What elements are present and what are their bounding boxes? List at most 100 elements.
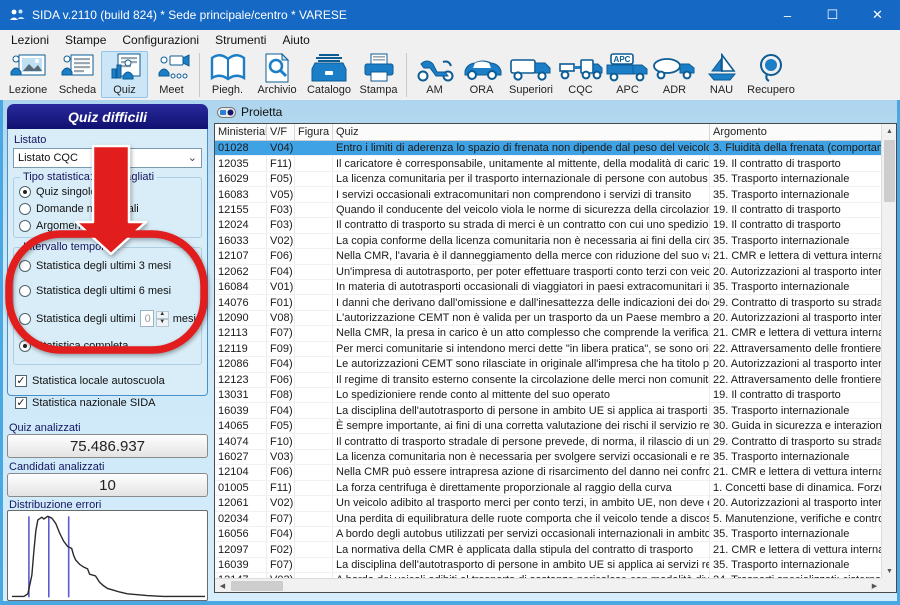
cell-quiz: Il caricatore è corresponsabile, unitame… xyxy=(333,156,710,170)
table-row[interactable]: 16084V01)In materia di autotrasporti occ… xyxy=(215,280,882,295)
table-row[interactable]: 12035F11)Il caricatore è corresponsabile… xyxy=(215,156,882,171)
cell-figura xyxy=(295,465,333,479)
tanker-truck-icon xyxy=(652,52,698,84)
menu-stampe[interactable]: Stampe xyxy=(57,31,114,49)
radio-tipo-argomenti[interactable]: Argomenti xyxy=(19,220,196,232)
radio-label: Quiz singolo xyxy=(36,186,97,198)
table-row[interactable]: 16033V02)La copia conforme della licenza… xyxy=(215,234,882,249)
table-row[interactable]: 14076F01)I danni che derivano dall'omiss… xyxy=(215,295,882,310)
table-row[interactable]: 12090V08)L'autorizzazione CEMT non è val… xyxy=(215,311,882,326)
toolbar-button-nau[interactable]: NAU xyxy=(698,51,745,98)
table-row[interactable]: 16039F07)La disciplina dell'autotrasport… xyxy=(215,558,882,573)
table-row[interactable]: 01005F11)La forza centrifuga è direttame… xyxy=(215,481,882,496)
close-button[interactable]: ✕ xyxy=(855,0,900,30)
horizontal-scroll-thumb[interactable] xyxy=(231,581,283,591)
minimize-button[interactable]: – xyxy=(765,0,810,30)
mesi-spinner[interactable]: ▲▼ xyxy=(156,311,169,327)
horizontal-scrollbar[interactable]: ◀ ▶ xyxy=(215,578,882,592)
radio-tipo-domande-ministeriali[interactable]: Domande ministeriali xyxy=(19,203,196,215)
table-row[interactable]: 12155F03)Quando il conducente del veicol… xyxy=(215,203,882,218)
table-row[interactable]: 16027V03)La licenza comunitaria non è ne… xyxy=(215,450,882,465)
table-row[interactable]: 02034F07)Una perdita di equilibratura de… xyxy=(215,512,882,527)
radio-intervallo-statistica-degli-ultimi-3-mesi[interactable]: Statistica degli ultimi 3 mesi xyxy=(19,260,196,272)
toolbar-button-scheda[interactable]: Scheda xyxy=(54,51,101,98)
column-header-argomento[interactable]: Argomento xyxy=(710,124,882,140)
table-row[interactable]: 13031F08)Lo spedizioniere rende conto al… xyxy=(215,388,882,403)
table-row[interactable]: 12086F04)Le autorizzazioni CEMT sono ril… xyxy=(215,357,882,372)
table-row[interactable]: 16039F04)La disciplina dell'autotrasport… xyxy=(215,403,882,418)
scroll-up-icon[interactable]: ▲ xyxy=(882,124,897,138)
toolbar-button-superiori[interactable]: Superiori xyxy=(505,51,557,98)
table-row[interactable]: 12107F06)Nella CMR, l'avaria è il danneg… xyxy=(215,249,882,264)
radio-intervallo-statistica-degli-ultimi[interactable]: Statistica degli ultimi0▲▼mesi xyxy=(19,310,196,327)
toolbar-button-apc[interactable]: APCAPC xyxy=(604,51,651,98)
table-row[interactable]: 12024F03)Il contratto di trasporto su st… xyxy=(215,218,882,233)
maximize-button[interactable]: ☐ xyxy=(810,0,855,30)
column-header-figura[interactable]: Figura xyxy=(295,124,333,140)
toolbar-button-piegh[interactable]: Piegh. xyxy=(204,51,251,98)
menu-lezioni[interactable]: Lezioni xyxy=(3,31,57,49)
listato-select[interactable]: Listato CQC ⌄ xyxy=(13,148,202,168)
vertical-scroll-thumb[interactable] xyxy=(884,140,895,202)
quiz-analizzati-label: Quiz analizzati xyxy=(9,422,81,434)
table-row[interactable]: 16083V05)I servizi occasionali extracomu… xyxy=(215,187,882,202)
table-row[interactable]: 12113F07)Nella CMR, la presa in carico è… xyxy=(215,326,882,341)
cell-argomento: 19. Il contratto di trasporto xyxy=(710,388,882,402)
cell-quiz: La licenza comunitaria per il trasporto … xyxy=(333,172,710,186)
column-header-v-f[interactable]: V/F xyxy=(267,124,295,140)
table-row[interactable]: 12097F02)La normativa della CMR è applic… xyxy=(215,542,882,557)
cell-figura xyxy=(295,326,333,340)
radio-tipo-quiz-singolo[interactable]: Quiz singolo xyxy=(19,186,196,198)
toolbar-button-lezione[interactable]: Lezione xyxy=(2,51,54,98)
scroll-right-icon[interactable]: ▶ xyxy=(867,579,882,593)
table-row[interactable]: 16056F04)A bordo degli autobus utilizzat… xyxy=(215,527,882,542)
radio-label: Statistica degli ultimi 3 mesi xyxy=(36,260,171,272)
toolbar-button-catalogo[interactable]: Catalogo xyxy=(303,51,355,98)
toolbar-button-meet[interactable]: Meet xyxy=(148,51,195,98)
table-row[interactable]: 12061V02)Un veicolo adibito al trasporto… xyxy=(215,496,882,511)
toolbar-button-archivio[interactable]: Archivio xyxy=(251,51,303,98)
mesi-suffix-label: mesi xyxy=(173,313,196,325)
mesi-input[interactable]: 0 xyxy=(140,310,154,327)
table-row[interactable]: 01028V04)Entro i limiti di aderenza lo s… xyxy=(215,141,882,156)
scroll-down-icon[interactable]: ▼ xyxy=(882,564,897,578)
menu-aiuto[interactable]: Aiuto xyxy=(274,31,317,49)
toolbar-button-label: APC xyxy=(616,84,639,96)
cell-figura xyxy=(295,203,333,217)
checkbox-label: Statistica nazionale SIDA xyxy=(32,397,156,409)
projector-icon xyxy=(217,107,236,118)
drawer-icon xyxy=(310,52,348,84)
menu-strumenti[interactable]: Strumenti xyxy=(207,31,274,49)
table-row[interactable]: 12119F09)Per merci comunitarie si intend… xyxy=(215,342,882,357)
radio-intervallo-statistica-completa[interactable]: Statistica completa xyxy=(19,340,196,352)
truck-icon xyxy=(509,52,553,84)
toolbar-button-am[interactable]: AM xyxy=(411,51,458,98)
cell-figura xyxy=(295,542,333,556)
scroll-left-icon[interactable]: ◀ xyxy=(215,579,230,593)
table-row[interactable]: 14065F05)È sempre importante, ai fini di… xyxy=(215,419,882,434)
toolbar-button-cqc[interactable]: CQC xyxy=(557,51,604,98)
title-bar: SIDA v.2110 (build 824) * Sede principal… xyxy=(0,0,900,30)
radio-intervallo-statistica-degli-ultimi-6-mesi[interactable]: Statistica degli ultimi 6 mesi xyxy=(19,285,196,297)
toolbar-button-quiz[interactable]: Quiz xyxy=(101,51,148,98)
toolbar-button-ora[interactable]: ORA xyxy=(458,51,505,98)
table-row[interactable]: 12104F06)Nella CMR può essere intrapresa… xyxy=(215,465,882,480)
table-row[interactable]: 12123F06)Il regime di transito esterno c… xyxy=(215,373,882,388)
toolbar-button-recupero[interactable]: Recupero xyxy=(745,51,797,98)
table-row[interactable]: 14074F10)Il contratto di trasporto strad… xyxy=(215,434,882,449)
cell-figura xyxy=(295,218,333,232)
column-header-quiz[interactable]: Quiz xyxy=(333,124,710,140)
checkbox-statistica-nazionale-sida[interactable]: ✓Statistica nazionale SIDA xyxy=(15,397,202,409)
toolbar-button-adr[interactable]: ADR xyxy=(651,51,698,98)
proietta-button[interactable]: Proietta xyxy=(217,102,282,122)
table-row[interactable]: 16029F05)La licenza comunitaria per il t… xyxy=(215,172,882,187)
checkbox-statistica-locale-autoscuola[interactable]: ✓Statistica locale autoscuola xyxy=(15,375,202,387)
cell-vf: F09) xyxy=(267,342,295,356)
menu-configurazioni[interactable]: Configurazioni xyxy=(114,31,207,49)
table-row[interactable]: 12062F04)Un'impresa di autotrasporto, pe… xyxy=(215,265,882,280)
cell-vf: F05) xyxy=(267,419,295,433)
vertical-scrollbar[interactable]: ▲ ▼ xyxy=(881,124,896,578)
column-header-ministeriale[interactable]: Ministeriale xyxy=(215,124,267,140)
cell-quiz: La copia conforme della licenza comunita… xyxy=(333,234,710,248)
toolbar-button-stampa[interactable]: Stampa xyxy=(355,51,402,98)
